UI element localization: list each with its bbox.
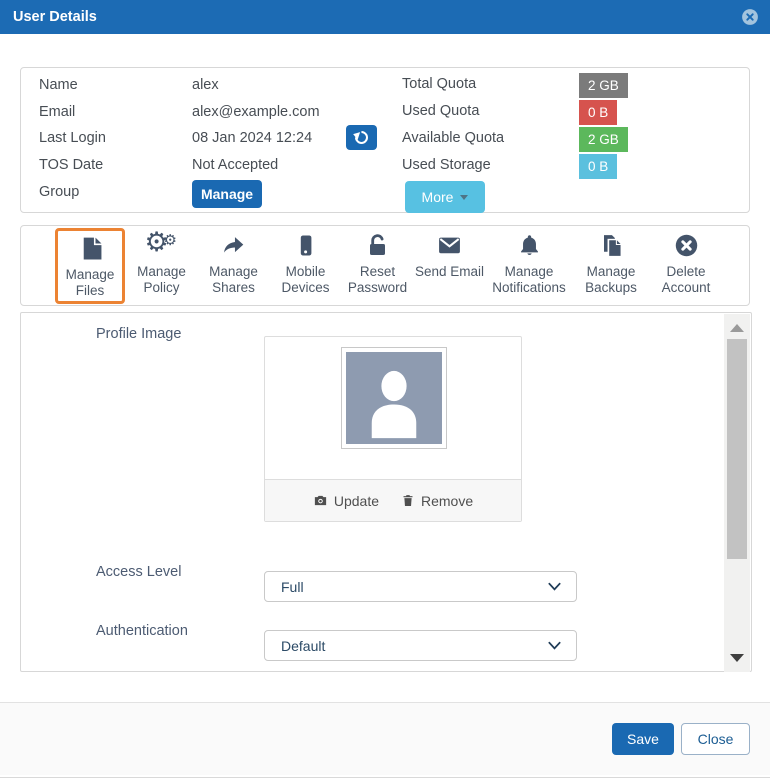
profile-image-frame: [341, 347, 447, 449]
camera-icon: [314, 495, 326, 506]
modal-footer: Save Close: [0, 702, 770, 775]
chevron-down-icon: [548, 582, 561, 591]
used-storage-label: Used Storage: [402, 157, 491, 173]
access-level-value: Full: [281, 578, 304, 595]
remove-image-button[interactable]: Remove: [401, 493, 473, 509]
toolbar-item-send-email[interactable]: Send Email: [414, 231, 485, 301]
toolbar-item-label: Manage Backups: [585, 263, 637, 296]
authentication-select[interactable]: Default: [264, 630, 577, 661]
bell-icon: [517, 231, 542, 261]
vertical-scrollbar[interactable]: [724, 314, 750, 672]
more-button[interactable]: More: [405, 181, 485, 213]
close-button[interactable]: Close: [681, 723, 750, 755]
file-icon: [78, 234, 103, 264]
used-quota-row: Used Quota 0 B: [402, 100, 618, 125]
last-login-value: 08 Jan 2024 12:24: [192, 130, 313, 146]
access-level-label: Access Level: [96, 564, 182, 580]
toolbar-item-label: Manage Shares: [209, 263, 258, 296]
update-image-button[interactable]: Update: [313, 493, 379, 509]
remove-image-label: Remove: [421, 492, 474, 509]
available-quota-badge: 2 GB: [579, 127, 628, 152]
total-quota-label: Total Quota: [402, 76, 477, 92]
total-quota-row: Total Quota 2 GB: [402, 73, 628, 98]
toolbar-item-label: Reset Password: [347, 263, 408, 296]
authentication-label: Authentication: [96, 623, 188, 639]
toolbar-item-label: Manage Files: [65, 266, 115, 299]
mobile-icon: [294, 231, 318, 261]
unlock-icon: [365, 231, 390, 261]
scroll-down-icon[interactable]: [730, 654, 744, 662]
tos-date-label: TOS Date: [39, 157, 104, 173]
toolbar-item-delete-account[interactable]: Delete Account: [650, 231, 722, 301]
refresh-login-button[interactable]: [346, 125, 377, 150]
user-settings-form-panel: Profile Image Update Remove Access Level…: [20, 312, 752, 672]
avatar-placeholder: [346, 352, 442, 444]
profile-image-card: Update Remove: [264, 336, 522, 522]
group-label: Group: [39, 184, 80, 200]
toolbar-item-mobile-devices[interactable]: Mobile Devices: [270, 231, 341, 301]
trash-icon: [403, 495, 413, 506]
scroll-up-icon[interactable]: [730, 324, 744, 332]
toolbar-item-manage-notifications[interactable]: Manage Notifications: [486, 231, 572, 301]
toolbar-item-manage-files[interactable]: Manage Files: [55, 227, 125, 304]
toolbar-item-manage-policy[interactable]: ⚙ ⚙ Manage Policy: [126, 226, 197, 301]
toolbar-item-label: Send Email: [414, 263, 485, 279]
profile-image-label: Profile Image: [96, 326, 182, 342]
update-image-label: Update: [333, 492, 379, 509]
used-quota-badge: 0 B: [579, 100, 618, 125]
toolbar-item-manage-shares[interactable]: Manage Shares: [198, 231, 269, 301]
tos-date-value: Not Accepted: [192, 157, 279, 173]
copy-icon: [599, 231, 624, 261]
used-storage-badge: 0 B: [579, 154, 618, 179]
email-label: Email: [39, 104, 76, 120]
name-label: Name: [39, 77, 78, 93]
close-circle-icon[interactable]: [741, 8, 759, 26]
toolbar-item-label: Mobile Devices: [281, 263, 330, 296]
person-icon: [371, 370, 417, 439]
authentication-value: Default: [281, 637, 326, 654]
total-quota-badge: 2 GB: [579, 73, 628, 98]
available-quota-row: Available Quota 2 GB: [402, 127, 628, 152]
email-value: alex@example.com: [192, 104, 320, 120]
modal-titlebar: User Details: [0, 0, 770, 34]
share-arrow-icon: [220, 231, 247, 261]
access-level-select[interactable]: Full: [264, 571, 577, 602]
more-button-label: More: [421, 189, 454, 205]
profile-image-actions: Update Remove: [265, 479, 521, 521]
save-button[interactable]: Save: [612, 723, 674, 755]
toolbar-item-manage-backups[interactable]: Manage Backups: [573, 231, 649, 301]
toolbar-item-label: Manage Policy: [137, 263, 186, 296]
used-quota-label: Used Quota: [402, 103, 480, 119]
toolbar-item-label: Manage Notifications: [492, 263, 566, 296]
scrollbar-thumb[interactable]: [727, 339, 747, 559]
user-actions-toolbar: Manage Files ⚙ ⚙ Manage Policy Manage Sha…: [20, 225, 750, 306]
gears-icon: ⚙ ⚙: [144, 226, 177, 257]
toolbar-item-reset-password[interactable]: Reset Password: [342, 231, 413, 301]
name-value: alex: [192, 77, 219, 93]
manage-group-button[interactable]: Manage: [192, 180, 262, 208]
refresh-icon: [351, 128, 371, 147]
caret-down-icon: [460, 194, 469, 200]
circle-x-icon: [674, 231, 699, 261]
available-quota-label: Available Quota: [402, 130, 505, 146]
user-info-panel: Name alex Email alex@example.com Last Lo…: [20, 67, 750, 213]
toolbar-item-label: Delete Account: [661, 263, 711, 296]
envelope-icon: [436, 231, 463, 261]
modal-title: User Details: [13, 9, 97, 25]
chevron-down-icon: [548, 641, 561, 650]
user-details-modal: User Details Name alex Email alex@exampl…: [0, 0, 770, 778]
used-storage-row: Used Storage 0 B: [402, 154, 618, 179]
last-login-label: Last Login: [39, 130, 106, 146]
